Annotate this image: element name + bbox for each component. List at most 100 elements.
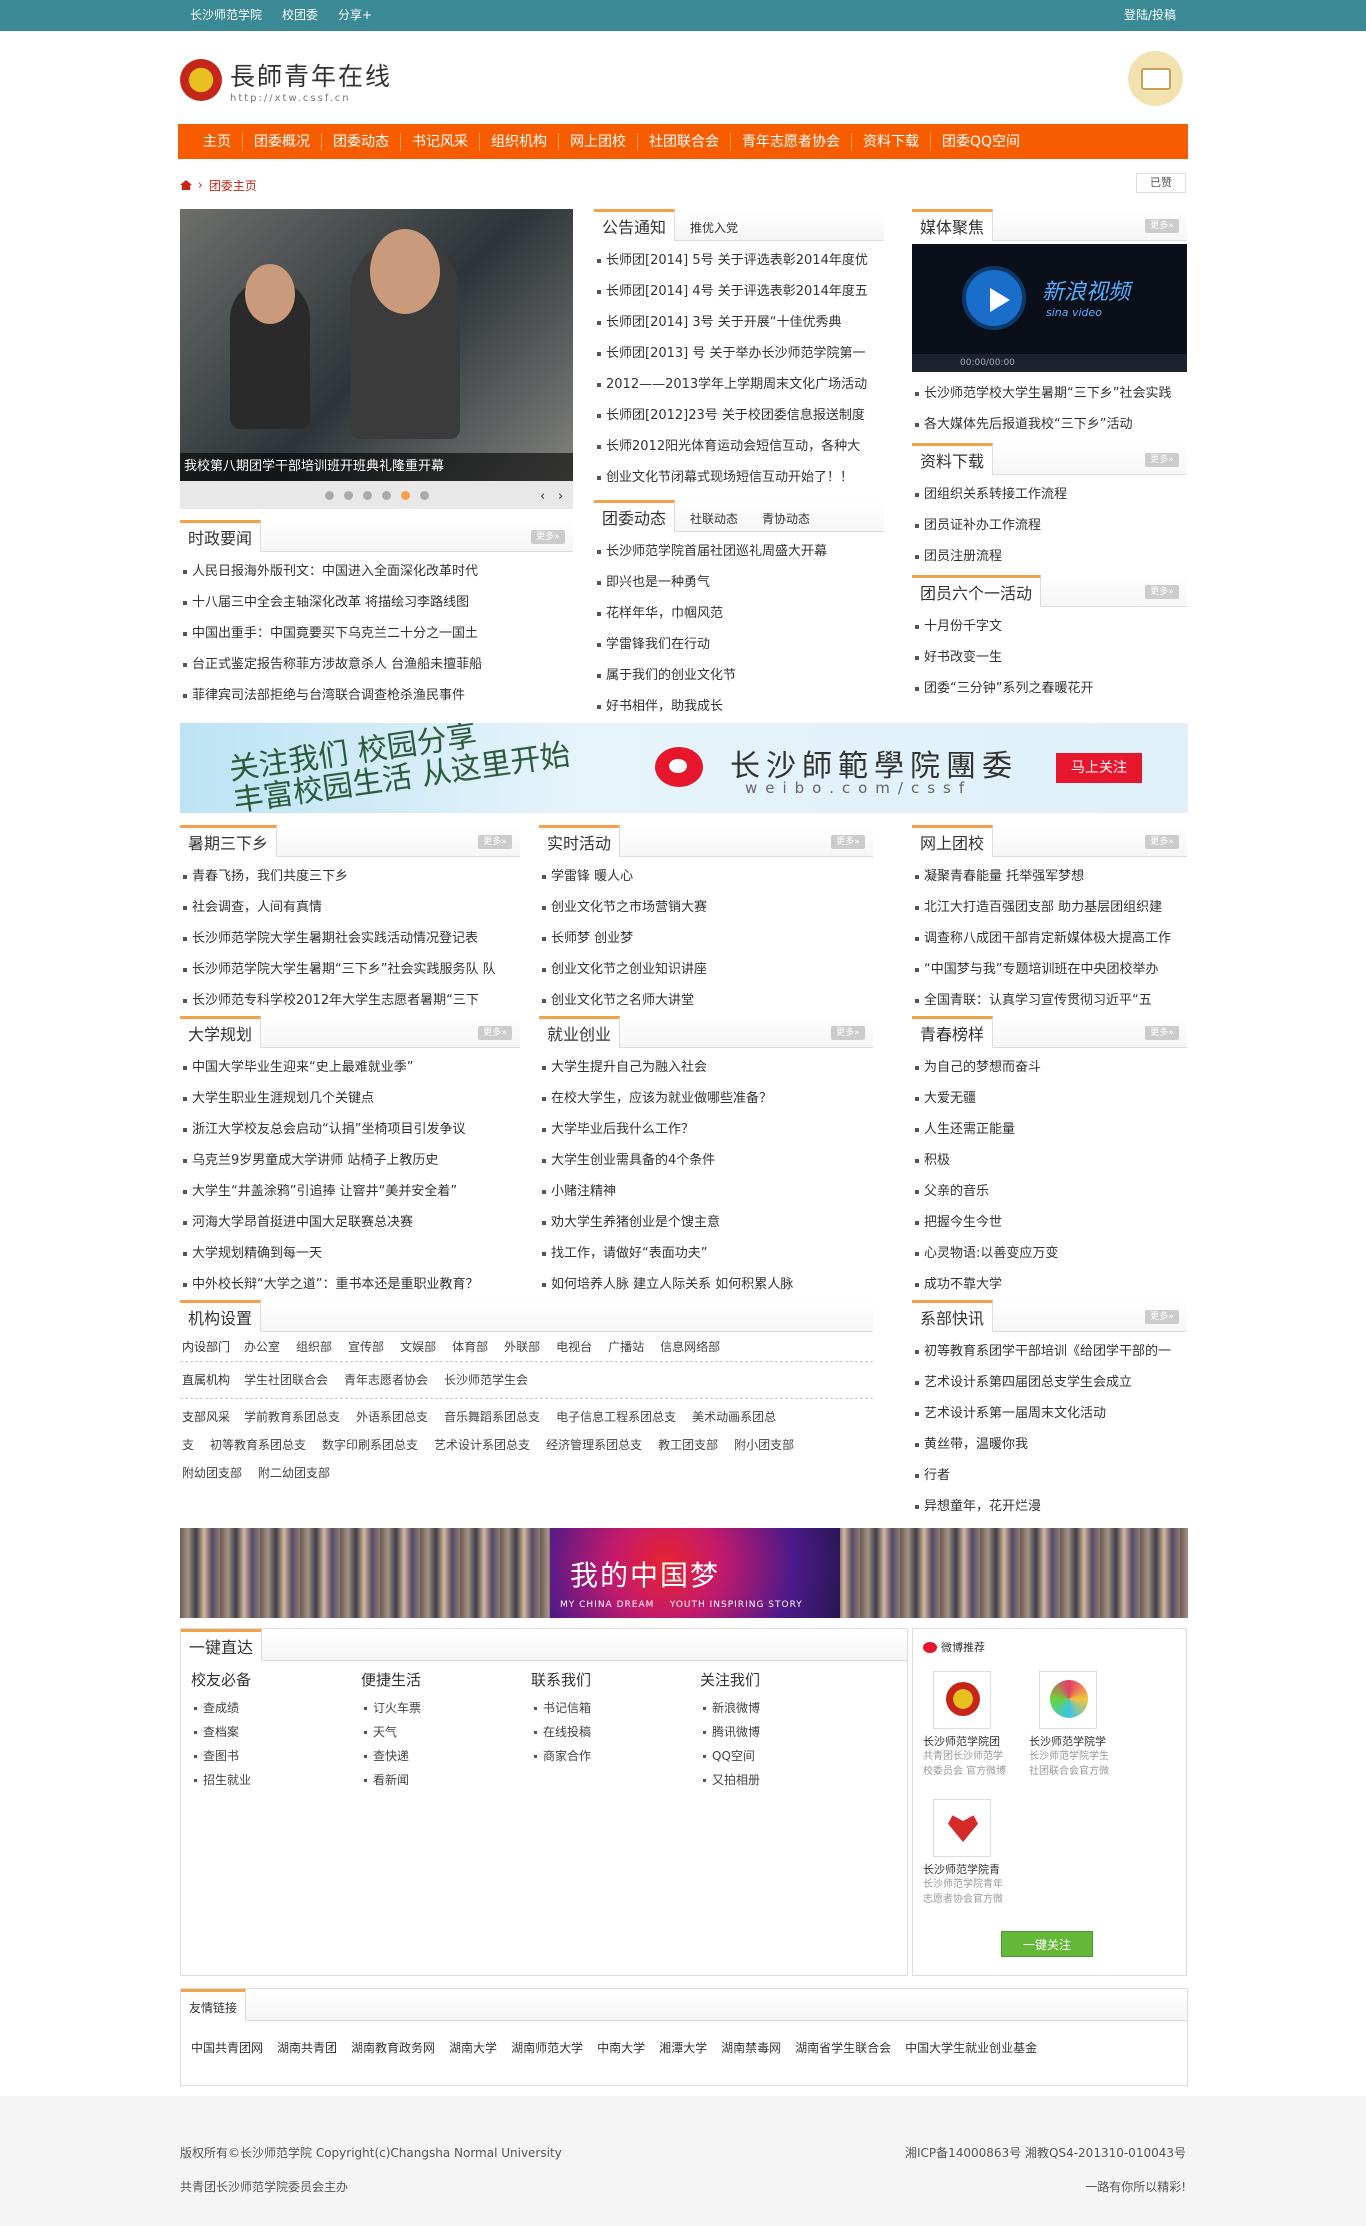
list-item[interactable]: 社会调查，人间有真情 (180, 892, 520, 923)
list-item[interactable]: 长师团[2014] 3号 关于开展“十佳优秀典 (594, 307, 884, 338)
weibo-account[interactable]: 长沙师范学院团 共青团长沙师范学 校委员会 官方微博 (923, 1671, 1023, 1779)
list-item[interactable]: 心灵物语:以善变应万变 (912, 1238, 1187, 1269)
friend-link[interactable]: 中国大学生就业创业基金 (905, 2039, 1037, 2056)
quick-link[interactable]: 在线投稿 (531, 1720, 681, 1744)
list-item[interactable]: 河海大学昂首挺进中国大足联赛总决赛 (180, 1207, 520, 1238)
list-item[interactable]: “中国梦与我”专题培训班在中央团校举办 (912, 954, 1187, 985)
nav-item-overview[interactable]: 团委概况 (243, 132, 322, 151)
list-item[interactable]: 学雷锋我们在行动 (594, 629, 884, 660)
prev-arrow-icon[interactable]: ‹ (540, 489, 545, 504)
org-row-head[interactable]: 支部风采 (182, 1410, 230, 1424)
weibo-account[interactable]: 长沙师范学院青 长沙师范学院青年 志愿者协会官方微 (923, 1799, 1023, 1907)
downloads-title[interactable]: 资料下载 (912, 443, 994, 475)
list-item[interactable]: 大学生职业生涯规划几个关键点 (180, 1083, 520, 1114)
top-link-school[interactable]: 长沙师范学院 (190, 0, 262, 31)
list-item[interactable]: 人民日报海外版刊文：中国进入全面深化改革时代 (180, 556, 573, 587)
list-item[interactable]: 乌克兰9岁男童成大学讲师 站椅子上教历史 (180, 1145, 520, 1176)
list-item[interactable]: 大学规划精确到每一天 (180, 1238, 520, 1269)
org-link[interactable]: 支 (182, 1438, 194, 1452)
quick-link[interactable]: QQ空间 (700, 1744, 850, 1768)
quick-link[interactable]: 查图书 (191, 1744, 341, 1768)
more-button[interactable]: 更多» (1145, 1026, 1179, 1040)
list-item[interactable]: 初等教育系团学干部培训《给团学干部的一 (912, 1336, 1187, 1367)
weibo-account[interactable]: 长沙师范学院学 长沙师范学院学生 社团联合会官方微 (1029, 1671, 1129, 1779)
nav-item-org[interactable]: 组织机构 (480, 132, 559, 151)
list-item[interactable]: 十月份千字文 (912, 611, 1187, 642)
quick-link[interactable]: 订火车票 (361, 1696, 511, 1720)
quick-link[interactable]: 新浪微博 (700, 1696, 850, 1720)
list-item[interactable]: 凝聚青春能量 托举强军梦想 (912, 861, 1187, 892)
list-item[interactable]: 艺术设计系第四届团总支学生会成立 (912, 1367, 1187, 1398)
org-link[interactable]: 美术动画系团总 (692, 1410, 776, 1424)
slide-dot[interactable] (343, 490, 353, 500)
friend-link[interactable]: 湖南大学 (449, 2039, 497, 2056)
slide-dot[interactable] (381, 490, 391, 500)
org-row-head[interactable]: 内设部门 (182, 1340, 230, 1354)
org-link[interactable]: 电子信息工程系团总支 (556, 1410, 676, 1424)
friend-link[interactable]: 中南大学 (597, 2039, 645, 2056)
more-button[interactable]: 更多» (478, 835, 512, 849)
slide-caption[interactable]: 我校第八期团学干部培训班开班典礼隆重开幕 (180, 453, 573, 481)
org-link[interactable]: 外联部 (504, 1340, 540, 1354)
list-item[interactable]: 如何培养人脉 建立人际关系 如何积累人脉 (539, 1269, 873, 1300)
list-item[interactable]: 长师团[2012]23号 关于校团委信息报送制度 (594, 400, 884, 431)
nav-item-volunteer[interactable]: 青年志愿者协会 (731, 132, 852, 151)
org-link[interactable]: 青年志愿者协会 (344, 1373, 428, 1387)
like-button[interactable]: 已赞 (1136, 173, 1186, 193)
account-name[interactable]: 长沙师范学院团 (923, 1733, 1023, 1749)
nav-item-download[interactable]: 资料下载 (852, 132, 931, 151)
youth-title[interactable]: 青春榜样 (912, 1016, 994, 1048)
list-item[interactable]: 异想童年，花开烂漫 (912, 1491, 1187, 1522)
next-arrow-icon[interactable]: › (558, 489, 563, 504)
more-button[interactable]: 更多» (831, 1026, 865, 1040)
list-item[interactable]: 好书改变一生 (912, 642, 1187, 673)
practice-title[interactable]: 实时活动 (539, 825, 621, 857)
quick-link[interactable]: 商家合作 (531, 1744, 681, 1768)
summer-title[interactable]: 暑期三下乡 (180, 825, 278, 857)
list-item[interactable]: 中外校长辩“大学之道”：重书本还是重职业教育？ (180, 1269, 520, 1300)
list-item[interactable]: 2012——2013学年上学期周末文化广场活动 (594, 369, 884, 400)
list-item[interactable]: 创业文化节闭幕式现场短信互动开始了！！ (594, 462, 884, 493)
org-title[interactable]: 机构设置 (180, 1300, 262, 1332)
dynamics-title[interactable]: 团委动态 (594, 500, 676, 532)
list-item[interactable]: 各大媒体先后报道我校“三下乡”活动 (912, 409, 1187, 440)
list-item[interactable]: 十八届三中全会主轴深化改革 将描绘习李路线图 (180, 587, 573, 618)
list-item[interactable]: 长师梦 创业梦 (539, 923, 873, 954)
friend-link[interactable]: 中国共青团网 (191, 2039, 263, 2056)
org-link[interactable]: 学生社团联合会 (244, 1373, 328, 1387)
list-item[interactable]: 创业文化节之市场营销大赛 (539, 892, 873, 923)
nav-item-clubs[interactable]: 社团联合会 (638, 132, 731, 151)
avatar[interactable] (933, 1799, 991, 1857)
quick-link[interactable]: 天气 (361, 1720, 511, 1744)
top-link-league[interactable]: 校团委 (282, 0, 318, 31)
list-item[interactable]: 即兴也是一种勇气 (594, 567, 884, 598)
list-item[interactable]: 长师团[2013] 号 关于举办长沙师范学院第一 (594, 338, 884, 369)
list-item[interactable]: 菲律宾司法部拒绝与台湾联合调查枪杀渔民事件 (180, 680, 573, 711)
org-link[interactable]: 初等教育系团总支 (210, 1438, 306, 1452)
video-player[interactable]: 新浪视频 sina video 00:00/00:00 (912, 244, 1187, 372)
list-item[interactable]: 属于我们的创业文化节 (594, 660, 884, 691)
follow-button[interactable]: 马上关注 (1056, 753, 1142, 783)
notice-title[interactable]: 公告通知 (594, 209, 676, 241)
list-item[interactable]: 父亲的音乐 (912, 1176, 1187, 1207)
nav-item-secretary[interactable]: 书记风采 (401, 132, 480, 151)
weibo-banner[interactable]: 关注我们 校园分享 丰富校园生活 从这里开始 长沙師範學院團委 weibo.com… (180, 723, 1188, 813)
list-item[interactable]: 行者 (912, 1460, 1187, 1491)
list-item[interactable]: 积极 (912, 1145, 1187, 1176)
list-item[interactable]: 长沙师范学院大学生暑期社会实践活动情况登记表 (180, 923, 520, 954)
org-link[interactable]: 信息网络部 (660, 1340, 720, 1354)
list-item[interactable]: 长沙师范学校大学生暑期“三下乡”社会实践 (912, 378, 1187, 409)
video-time[interactable]: 00:00/00:00 (912, 354, 1187, 372)
list-item[interactable]: 为自己的梦想而奋斗 (912, 1052, 1187, 1083)
list-item[interactable]: 青春飞扬，我们共度三下乡 (180, 861, 520, 892)
more-button[interactable]: 更多» (1145, 1310, 1179, 1324)
nav-item-qq[interactable]: 团委QQ空间 (931, 133, 1031, 151)
slide-dot[interactable] (324, 490, 334, 500)
home-icon[interactable] (180, 180, 192, 190)
list-item[interactable]: 长沙师范专科学校2012年大学生志愿者暑期“三下 (180, 985, 520, 1016)
list-item[interactable]: 大学生提升自己为融入社会 (539, 1052, 873, 1083)
list-item[interactable]: 调查称八成团干部肯定新媒体极大提高工作 (912, 923, 1187, 954)
media-title[interactable]: 媒体聚焦 (912, 209, 994, 241)
slide-dot[interactable] (362, 490, 372, 500)
org-link[interactable]: 电视台 (556, 1340, 592, 1354)
